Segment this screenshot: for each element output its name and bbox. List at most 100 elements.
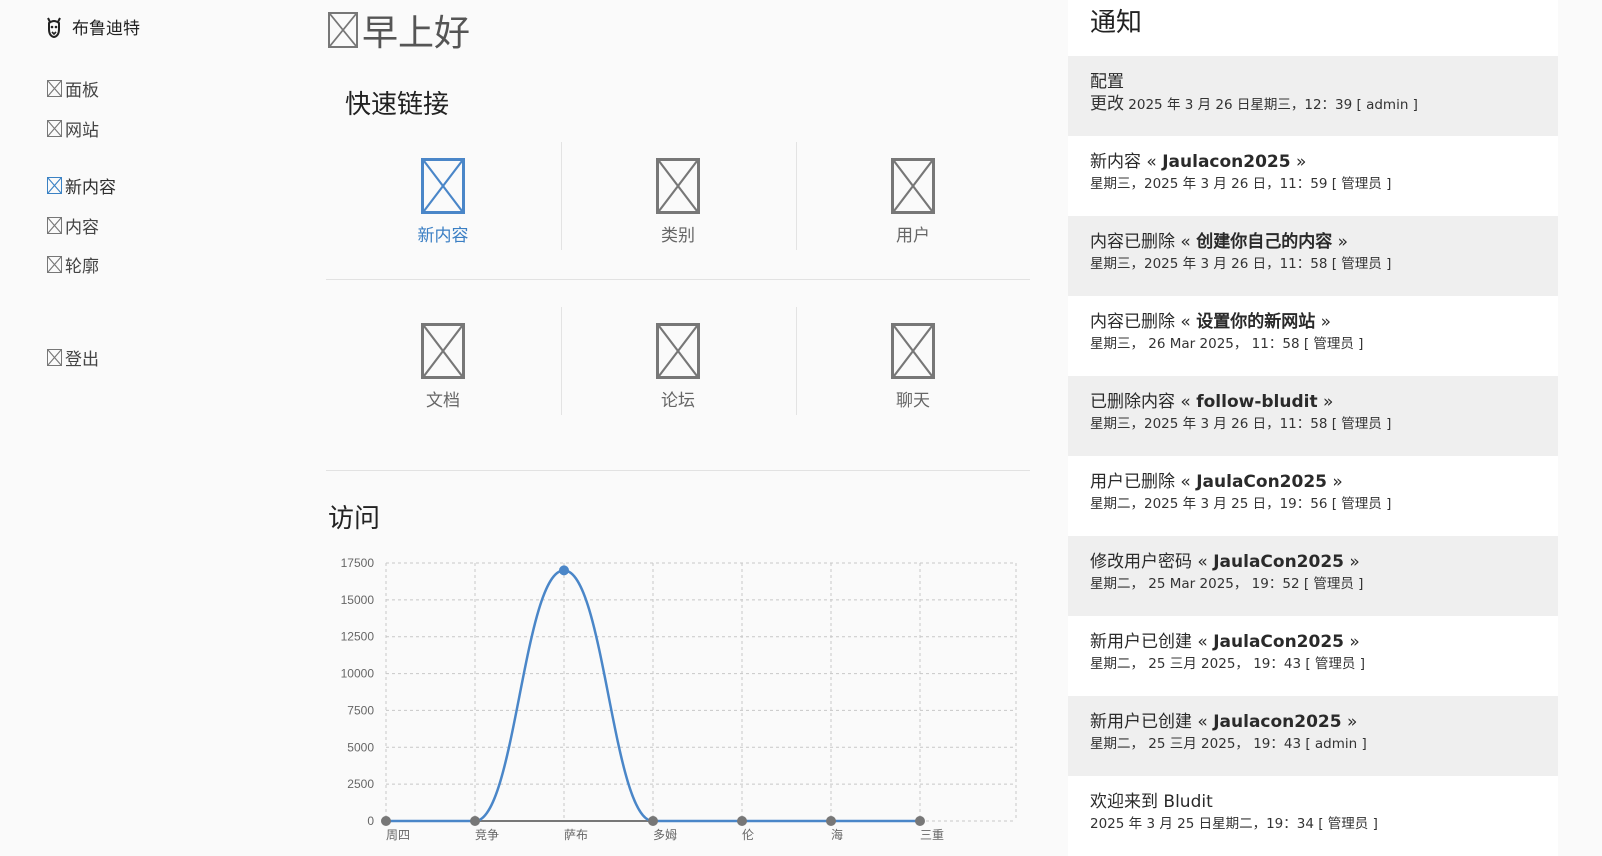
sidebar-item-dashboard[interactable]: 面板 bbox=[47, 76, 99, 101]
notification-item: 内容已删除 « 设置你的新网站 » 星期三， 26 Mar 2025， 11：58… bbox=[1068, 296, 1558, 376]
notification-subject: JaulaCon2025 bbox=[1213, 552, 1344, 572]
notification-subject: JaulaCon2025 bbox=[1213, 632, 1344, 652]
notification-title-suffix: » bbox=[1317, 392, 1334, 412]
notification-title-suffix: » bbox=[1341, 712, 1358, 732]
notification-meta: 星期三， 26 Mar 2025， 11：58 [ 管理员 ] bbox=[1090, 334, 1558, 354]
notification-title-text: 修改用户密码 « bbox=[1090, 552, 1214, 572]
y-tick-label: 15000 bbox=[341, 593, 375, 607]
category-icon bbox=[656, 158, 700, 214]
notification-title-suffix: » bbox=[1332, 232, 1349, 252]
sidebar-item-label: 面板 bbox=[65, 81, 99, 101]
notifications-title: 通知 bbox=[1090, 8, 1143, 38]
notification-title-suffix: » bbox=[1290, 152, 1307, 172]
data-point bbox=[737, 816, 747, 826]
notification-title-text: 用户已删除 « bbox=[1090, 472, 1197, 492]
notification-item: 修改用户密码 « JaulaCon2025 » 星期二， 25 Mar 2025，… bbox=[1068, 536, 1558, 616]
divider bbox=[326, 279, 1030, 280]
notification-title-suffix: » bbox=[1344, 552, 1360, 572]
notification-meta: 星期二， 25 三月 2025， 19：43 [ 管理员 ] bbox=[1090, 654, 1558, 674]
notification-item: 已删除内容 « follow-bludit » 星期三，2025 年 3 月 26… bbox=[1068, 376, 1558, 456]
greeting: 早上好 bbox=[328, 4, 470, 56]
content-icon bbox=[47, 217, 62, 234]
users-icon bbox=[891, 158, 935, 214]
notification-title-text: 配置 bbox=[1090, 72, 1124, 92]
x-tick-label: 伦 bbox=[742, 827, 754, 842]
y-tick-label: 10000 bbox=[341, 667, 375, 681]
brand-name: 布鲁迪特 bbox=[72, 19, 140, 39]
x-tick-label: 三重 bbox=[920, 828, 944, 842]
new-content-icon bbox=[421, 158, 465, 214]
y-tick-label: 17500 bbox=[341, 556, 375, 570]
notification-title-text: 新用户已创建 « bbox=[1090, 712, 1214, 732]
quick-link-label: 聊天 bbox=[896, 391, 930, 411]
quick-link-users[interactable]: 用户 bbox=[796, 142, 1030, 252]
quick-link-documentation[interactable]: 文档 bbox=[326, 307, 560, 417]
notification-title-suffix: » bbox=[1315, 312, 1332, 332]
notification-meta-lead: 更改 bbox=[1090, 94, 1124, 114]
quick-link-label: 类别 bbox=[661, 226, 695, 246]
quick-link-chat[interactable]: 聊天 bbox=[796, 307, 1030, 417]
notification-title: 已删除内容 « follow-bludit » bbox=[1090, 390, 1558, 414]
x-tick-label: 海 bbox=[831, 827, 843, 842]
visits-chart: 0 2500 5000 7500 10000 12500 15000 17500 周四 竞争 萨布 多… bbox=[341, 556, 1017, 842]
x-tick-label: 萨布 bbox=[564, 828, 588, 842]
quick-links-grid: 新内容 类别 用户 文档 论坛 聊天 bbox=[326, 142, 1030, 472]
y-tick-label: 7500 bbox=[347, 703, 374, 717]
quick-link-label: 用户 bbox=[896, 226, 930, 246]
quick-link-forum[interactable]: 论坛 bbox=[561, 307, 795, 417]
sidebar-item-profile[interactable]: 轮廓 bbox=[47, 252, 99, 277]
sidebar: 布鲁迪特 面板 网站 新内容 内容 轮廓 登出 bbox=[0, 0, 300, 854]
sidebar-item-label: 登出 bbox=[65, 350, 99, 370]
sidebar-item-logout[interactable]: 登出 bbox=[47, 345, 99, 370]
sidebar-item-website[interactable]: 网站 bbox=[47, 116, 99, 141]
sidebar-item-content[interactable]: 内容 bbox=[47, 213, 99, 238]
x-tick-label: 多姆 bbox=[653, 828, 677, 842]
chat-icon bbox=[891, 323, 935, 379]
data-point bbox=[470, 816, 480, 826]
notification-item: 欢迎来到 Bludit 2025 年 3 月 25 日星期二，19：34 [ 管理… bbox=[1068, 776, 1558, 856]
notification-title: 新用户已创建 « Jaulacon2025 » bbox=[1090, 710, 1558, 734]
divider bbox=[326, 470, 1030, 471]
notification-title-text: 新内容 « bbox=[1090, 152, 1163, 172]
new-content-icon bbox=[47, 177, 62, 194]
quick-link-category[interactable]: 类别 bbox=[561, 142, 795, 252]
quick-links-title: 快速链接 bbox=[345, 90, 450, 120]
brand[interactable]: 布鲁迪特 bbox=[44, 14, 140, 39]
notification-title: 配置 bbox=[1090, 70, 1558, 94]
y-tick-label: 5000 bbox=[347, 740, 374, 754]
quick-link-label: 论坛 bbox=[661, 391, 695, 411]
notification-title: 欢迎来到 Bludit bbox=[1090, 790, 1558, 814]
notification-subject: 设置你的新网站 bbox=[1196, 312, 1316, 332]
greeting-icon bbox=[328, 12, 358, 48]
notification-item: 新用户已创建 « Jaulacon2025 » 星期二， 25 三月 2025， … bbox=[1068, 696, 1558, 776]
notification-title-text: 内容已删除 « bbox=[1090, 312, 1197, 332]
y-tick-label: 0 bbox=[367, 814, 374, 828]
notification-title: 内容已删除 « 设置你的新网站 » bbox=[1090, 310, 1558, 334]
data-point bbox=[559, 565, 569, 576]
notification-subject: follow-bludit bbox=[1196, 392, 1318, 412]
data-point bbox=[381, 816, 391, 826]
visits-title: 访问 bbox=[328, 504, 381, 534]
y-tick-label: 2500 bbox=[347, 777, 374, 791]
sidebar-item-label: 新内容 bbox=[65, 178, 116, 198]
logout-icon bbox=[47, 349, 62, 366]
website-icon bbox=[47, 120, 62, 137]
notification-meta: 更改 2025 年 3 月 26 日星期三，12：39 [ admin ] bbox=[1090, 94, 1558, 115]
data-point bbox=[915, 816, 925, 826]
quick-link-new-content[interactable]: 新内容 bbox=[326, 142, 560, 252]
data-point bbox=[826, 816, 836, 826]
notifications-list: 配置 更改 2025 年 3 月 26 日星期三，12：39 [ admin ] 新… bbox=[1068, 56, 1558, 856]
notification-meta: 星期三，2025 年 3 月 26 日，11：58 [ 管理员 ] bbox=[1090, 414, 1558, 434]
notification-meta: 星期三，2025 年 3 月 26 日，11：59 [ 管理员 ] bbox=[1090, 174, 1558, 194]
notification-meta-text: 2025 年 3 月 25 日星期二，19：34 [ 管理员 ] bbox=[1090, 816, 1378, 832]
notification-title: 新用户已创建 « JaulaCon2025 » bbox=[1090, 630, 1558, 654]
sidebar-item-label: 网站 bbox=[65, 121, 99, 141]
notification-item: 配置 更改 2025 年 3 月 26 日星期三，12：39 [ admin ] bbox=[1068, 56, 1558, 136]
notification-title-text: 内容已删除 « bbox=[1090, 232, 1197, 252]
x-tick-label: 竞争 bbox=[475, 828, 499, 842]
notification-title: 内容已删除 « 创建你自己的内容 » bbox=[1090, 230, 1558, 254]
notification-meta: 2025 年 3 月 25 日星期二，19：34 [ 管理员 ] bbox=[1090, 814, 1558, 834]
sidebar-item-new-content[interactable]: 新内容 bbox=[47, 173, 116, 198]
notification-meta-text: 星期二，2025 年 3 月 25 日，19：56 [ 管理员 ] bbox=[1090, 496, 1392, 512]
quick-links-row: 新内容 类别 用户 bbox=[326, 142, 1030, 307]
